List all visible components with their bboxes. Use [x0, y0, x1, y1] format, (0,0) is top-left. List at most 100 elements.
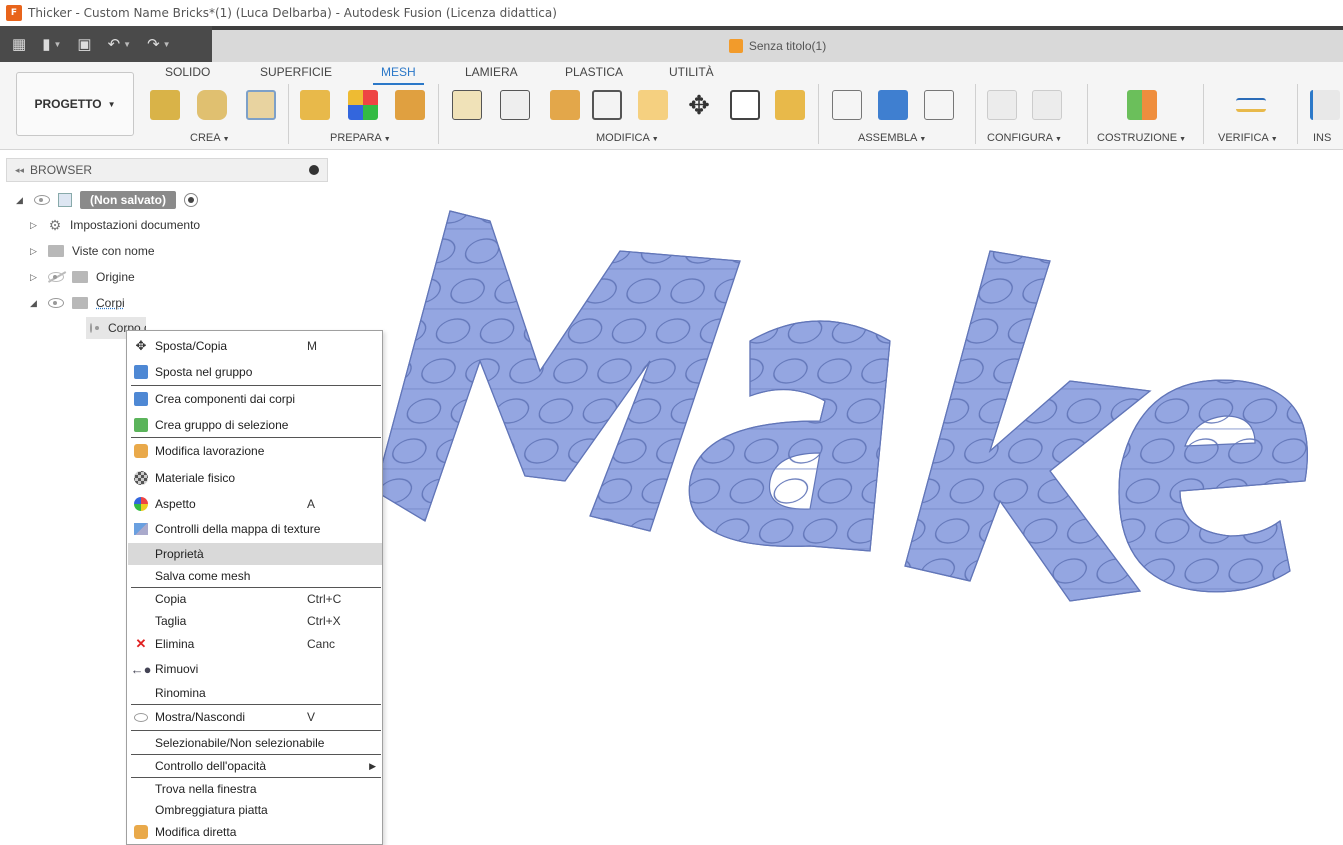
menu-item-remove[interactable]: ←● Rimuovi: [128, 658, 382, 680]
menu-item-move-to-group[interactable]: Sposta nel gruppo: [128, 361, 382, 383]
browser-panel-header[interactable]: ◂◂ BROWSER: [6, 158, 328, 182]
expanded-triangle-icon[interactable]: ◢: [16, 195, 26, 206]
menu-item-show-hide[interactable]: Mostra/Nascondi V: [128, 706, 382, 728]
sidebar-item-document-settings[interactable]: ▷ ⚙ Impostazioni documento: [30, 214, 200, 236]
tab-mesh[interactable]: MESH: [373, 65, 424, 85]
texture-map-icon: [133, 521, 149, 537]
erase-fill-icon[interactable]: [775, 90, 805, 120]
menu-item-properties[interactable]: Proprietà: [128, 543, 382, 565]
generate-face-groups-icon[interactable]: [300, 90, 330, 120]
hidden-eye-icon[interactable]: [48, 272, 64, 282]
sidebar-item-label: Origine: [96, 270, 135, 284]
save-button[interactable]: ▣: [77, 35, 91, 53]
configuration-table-icon[interactable]: [1032, 90, 1062, 120]
fusion-logo-icon: F: [6, 5, 22, 21]
combine-icon[interactable]: [638, 90, 668, 120]
shell-icon[interactable]: [592, 90, 622, 120]
menu-item-cut[interactable]: Taglia Ctrl+X: [128, 610, 382, 632]
visibility-eye-icon[interactable]: [90, 323, 99, 333]
menu-item-create-components[interactable]: Crea componenti dai corpi: [128, 388, 382, 410]
ribbon-group-configura[interactable]: CONFIGURA ▼: [987, 132, 1062, 144]
configure-icon[interactable]: [987, 90, 1017, 120]
pin-panel-icon[interactable]: [309, 165, 319, 175]
ribbon-group-prepara[interactable]: PREPARA ▼: [330, 132, 391, 144]
ribbon-group-verifica[interactable]: VERIFICA ▼: [1218, 132, 1278, 144]
menu-item-rename[interactable]: Rinomina: [128, 682, 382, 704]
fusion-app-window: F Thicker - Custom Name Bricks*(1) (Luca…: [0, 0, 1343, 845]
reduce-icon[interactable]: [500, 90, 530, 120]
tab-utilita[interactable]: UTILITÀ: [669, 65, 714, 79]
ribbon-group-assembla[interactable]: ASSEMBLA ▼: [858, 132, 926, 144]
mesh-body-make-text[interactable]: [350, 191, 1340, 651]
chevron-down-icon: ▼: [383, 136, 391, 143]
redo-icon: ↷: [147, 36, 160, 53]
collapsed-triangle-icon[interactable]: ▷: [30, 272, 40, 283]
menu-item-copy[interactable]: Copia Ctrl+C: [128, 588, 382, 610]
expanded-triangle-icon[interactable]: ◢: [30, 298, 40, 309]
menu-item-texture-map-controls[interactable]: Controlli della mappa di texture: [128, 518, 382, 540]
tab-solido[interactable]: SOLIDO: [165, 65, 210, 79]
new-component-icon[interactable]: [832, 90, 862, 120]
sidebar-item-origin[interactable]: ▷ Origine: [30, 266, 135, 288]
window-title: Thicker - Custom Name Bricks*(1) (Luca D…: [28, 6, 557, 20]
sidebar-item-bodies[interactable]: ◢ Corpi: [30, 292, 125, 314]
joint-icon[interactable]: [878, 90, 908, 120]
menu-item-move-copy[interactable]: ✥ Sposta/Copia M: [128, 335, 382, 357]
collapse-panel-icon[interactable]: ◂◂: [15, 165, 24, 176]
menu-item-flat-shading[interactable]: Ombreggiatura piatta: [128, 799, 382, 821]
offset-plane-icon[interactable]: [1127, 90, 1157, 120]
ribbon-group-costruzione[interactable]: COSTRUZIONE ▼: [1097, 132, 1186, 144]
file-menu-button[interactable]: ▮ ▼: [42, 35, 61, 53]
document-tab[interactable]: Senza titolo(1): [212, 30, 1343, 62]
create-face-group-icon[interactable]: [246, 90, 276, 120]
convert-mesh-icon[interactable]: [395, 90, 425, 120]
tab-plastica[interactable]: PLASTICA: [565, 65, 623, 79]
remove-icon: ←●: [130, 661, 152, 677]
data-panel-grid-icon[interactable]: ▦: [12, 35, 26, 53]
as-built-joint-icon[interactable]: [924, 90, 954, 120]
tab-superficie[interactable]: SUPERFICIE: [260, 65, 332, 79]
menu-item-opacity-control[interactable]: Controllo dell'opacità ▶: [128, 755, 382, 777]
visibility-eye-icon[interactable]: [34, 195, 50, 205]
menu-item-find-in-window[interactable]: Trova nella finestra: [128, 778, 382, 800]
move-copy-icon[interactable]: ✥: [684, 90, 714, 120]
collapsed-triangle-icon[interactable]: ▷: [30, 246, 40, 257]
tab-lamiera[interactable]: LAMIERA: [465, 65, 518, 79]
measure-icon[interactable]: [1236, 98, 1266, 112]
ribbon-group-crea[interactable]: CREA ▼: [190, 132, 230, 144]
redo-button[interactable]: ↷ ▼: [147, 35, 171, 53]
smooth-icon[interactable]: [730, 90, 760, 120]
chevron-down-icon: ▼: [107, 99, 116, 109]
visibility-eye-icon[interactable]: [48, 298, 64, 308]
undo-button[interactable]: ↶ ▼: [108, 35, 132, 53]
menu-item-appearance[interactable]: Aspetto A: [128, 493, 382, 515]
create-primitive-icon[interactable]: [197, 90, 227, 120]
gear-icon: ⚙: [48, 217, 62, 233]
menu-item-save-as-mesh[interactable]: Salva come mesh: [128, 565, 382, 587]
sidebar-item-named-views[interactable]: ▷ Viste con nome: [30, 240, 155, 262]
menu-item-delete[interactable]: ✕ Elimina Canc: [128, 633, 382, 655]
remesh-icon[interactable]: [452, 90, 482, 120]
ribbon-separator: [1203, 84, 1204, 144]
browser-title: BROWSER: [30, 163, 93, 177]
plane-cut-icon[interactable]: [550, 90, 580, 120]
ribbon-group-modifica[interactable]: MODIFICA ▼: [596, 132, 659, 144]
insert-icon[interactable]: [1310, 90, 1340, 120]
ribbon-group-assembla-label: ASSEMBLA: [858, 132, 918, 144]
menu-item-create-selection-set[interactable]: Crea gruppo di selezione: [128, 414, 382, 436]
menu-item-edit-machining[interactable]: Modifica lavorazione: [128, 440, 382, 462]
delete-x-icon: ✕: [135, 636, 147, 651]
chevron-down-icon: ▼: [1270, 136, 1278, 143]
menu-item-selectable[interactable]: Selezionabile/Non selezionabile: [128, 732, 382, 754]
workspace-switcher-button[interactable]: PROGETTO ▼: [16, 72, 134, 136]
browser-root-node[interactable]: ◢ (Non salvato): [16, 189, 199, 211]
ribbon-group-inserisci[interactable]: INS: [1313, 132, 1331, 144]
menu-item-physical-material[interactable]: Materiale fisico: [128, 467, 382, 489]
component-icon: [133, 391, 149, 407]
insert-mesh-icon[interactable]: [150, 90, 180, 120]
activate-radio-icon[interactable]: [184, 193, 199, 207]
collapsed-triangle-icon[interactable]: ▷: [30, 220, 40, 231]
face-groups-color-icon[interactable]: [348, 90, 378, 120]
quick-access-toolbar: ▦ ▮ ▼ ▣ ↶ ▼ ↷ ▼: [0, 26, 212, 62]
menu-item-direct-edit[interactable]: Modifica diretta: [128, 821, 382, 843]
